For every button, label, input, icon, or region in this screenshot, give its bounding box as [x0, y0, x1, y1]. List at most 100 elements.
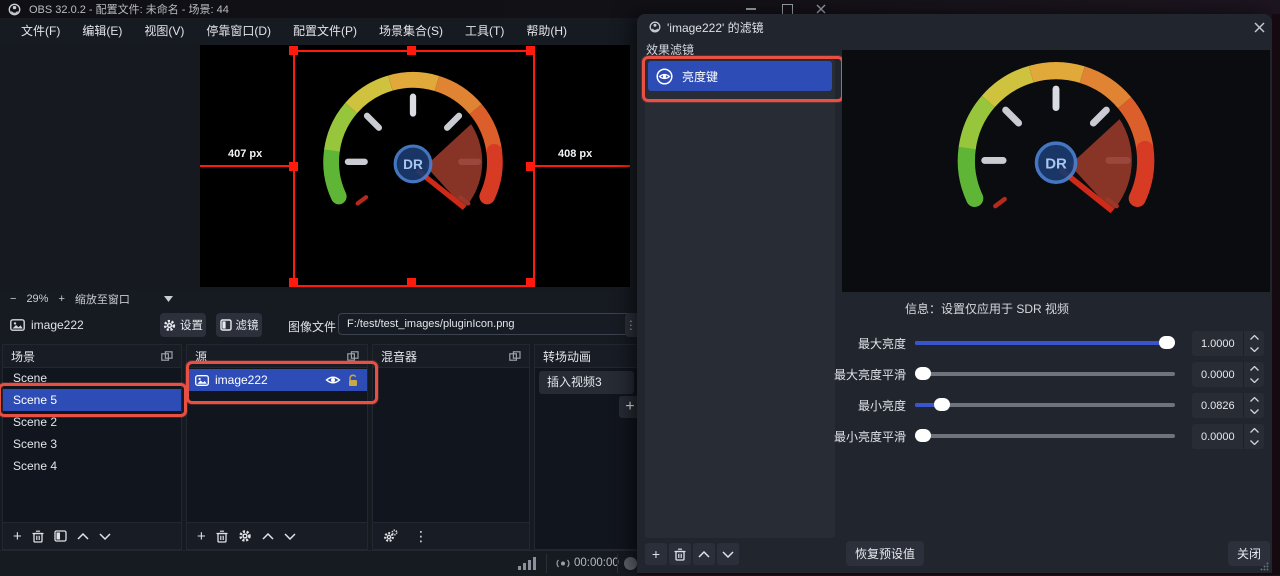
zoom-out-button[interactable]: −: [10, 293, 16, 305]
selection-handle-bl[interactable]: [289, 278, 298, 287]
sdr-info-text: 信息：设置仅应用于 SDR 视频: [905, 302, 1070, 316]
selection-handle-tc[interactable]: [407, 46, 416, 55]
luma-min-slider[interactable]: [915, 397, 1175, 413]
menu-scene-collection[interactable]: 场景集合(S): [368, 18, 454, 45]
scene-item[interactable]: Scene 4: [3, 455, 181, 477]
source-filters-button[interactable]: 滤镜: [216, 313, 262, 337]
selection-handle-bc[interactable]: [407, 278, 416, 287]
move-scene-up-button[interactable]: [77, 532, 89, 540]
luma-max-spinbox[interactable]: 1.0000: [1192, 331, 1264, 356]
spin-up-button[interactable]: [1244, 424, 1264, 437]
annotation-filter-highlight: [642, 56, 844, 102]
image-file-path-input[interactable]: [338, 313, 635, 335]
menu-edit[interactable]: 编辑(E): [71, 18, 133, 45]
source-settings-label: 设置: [180, 320, 203, 332]
spin-down-button[interactable]: [1244, 437, 1264, 450]
close-dialog-button[interactable]: [1254, 22, 1265, 33]
slider-handle[interactable]: [1159, 336, 1175, 349]
restore-defaults-button[interactable]: 恢复预设值: [846, 541, 925, 566]
remove-scene-button[interactable]: [32, 530, 44, 543]
selection-rectangle[interactable]: [293, 50, 535, 287]
move-scene-down-button[interactable]: [99, 532, 111, 540]
gauge-image: DR: [957, 62, 1155, 214]
scene-filters-button[interactable]: [54, 530, 67, 542]
remove-filter-button[interactable]: [669, 543, 691, 565]
move-filter-down-button[interactable]: [717, 543, 739, 565]
transition-select[interactable]: 插入视频3: [539, 371, 634, 394]
luma-min-smooth-slider[interactable]: [915, 428, 1175, 444]
popout-icon[interactable]: [509, 351, 521, 361]
spinbox-value[interactable]: 0.0000: [1192, 424, 1243, 449]
source-properties-button[interactable]: [238, 529, 252, 543]
filters-dialog-title: 'image222' 的滤镜: [667, 20, 764, 35]
spin-up-button[interactable]: [1244, 362, 1264, 375]
mixer-panel: 混音器 ⋮: [372, 344, 530, 550]
luma-max-smooth-slider[interactable]: [915, 366, 1175, 382]
chevron-up-icon: [698, 550, 710, 558]
menu-help[interactable]: 帮助(H): [515, 18, 578, 45]
move-filter-up-button[interactable]: [693, 543, 715, 565]
filter-list: 亮度键: [645, 58, 835, 538]
menu-file[interactable]: 文件(F): [10, 18, 71, 45]
move-source-down-button[interactable]: [284, 532, 296, 540]
add-transition-button[interactable]: +: [619, 396, 637, 418]
image-file-label: 图像文件: [288, 320, 337, 334]
selection-handle-tr[interactable]: [526, 46, 535, 55]
zoom-fit-label[interactable]: 缩放至窗口: [75, 291, 130, 307]
filter-preview: DR: [842, 50, 1270, 292]
preview-canvas[interactable]: DR 407 px 408 px: [200, 45, 630, 287]
add-source-button[interactable]: +: [197, 528, 206, 545]
move-source-up-button[interactable]: [262, 532, 274, 540]
chevron-down-icon: [722, 550, 734, 558]
luma-min-spinbox[interactable]: 0.0826: [1192, 393, 1264, 418]
remove-source-button[interactable]: [216, 530, 228, 543]
source-filters-label: 滤镜: [235, 320, 259, 332]
luma-min-smooth-spinbox[interactable]: 0.0000: [1192, 424, 1264, 449]
luma-max-smooth-spinbox[interactable]: 0.0000: [1192, 362, 1264, 387]
slider-handle[interactable]: [933, 398, 950, 411]
add-filter-button[interactable]: +: [645, 543, 667, 565]
source-toolbar: image222 设置 滤镜 图像文件 ⋮: [0, 308, 637, 342]
advanced-audio-icon[interactable]: [383, 529, 398, 543]
spin-up-button[interactable]: [1244, 393, 1264, 406]
browse-button-clipped[interactable]: ⋮: [625, 313, 637, 337]
scene-item[interactable]: Scene 3: [3, 433, 181, 455]
luma-max-slider[interactable]: [915, 335, 1175, 351]
menu-profile[interactable]: 配置文件(P): [282, 18, 368, 45]
status-bar: 00:00:00: [0, 550, 637, 576]
spin-down-button[interactable]: [1244, 375, 1264, 388]
slider-handle[interactable]: [915, 367, 931, 380]
rec-indicator-icon: [556, 559, 570, 568]
slider-label: 最大亮度平滑: [833, 368, 906, 382]
spin-down-button[interactable]: [1244, 344, 1264, 357]
signal-bars-icon: [518, 557, 536, 570]
spin-down-button[interactable]: [1244, 406, 1264, 419]
slider-handle[interactable]: [915, 429, 931, 442]
mixer-panel-title: 混音器: [381, 349, 418, 364]
popout-icon[interactable]: [161, 351, 173, 361]
menu-view[interactable]: 视图(V): [133, 18, 195, 45]
spinbox-value[interactable]: 0.0000: [1192, 362, 1243, 387]
zoom-dropdown-icon[interactable]: [163, 296, 173, 302]
selection-handle-tl[interactable]: [289, 46, 298, 55]
spin-up-button[interactable]: [1244, 331, 1264, 344]
menu-docks[interactable]: 停靠窗口(D): [195, 18, 282, 45]
filters-dialog: 'image222' 的滤镜 效果滤镜 亮度键 DR 信息：设置仅应用于 SDR…: [637, 14, 1272, 573]
resize-grip[interactable]: [1260, 562, 1269, 571]
dimension-line-right: [533, 165, 630, 167]
status-dot-icon: [624, 557, 637, 570]
spinbox-value[interactable]: 0.0826: [1192, 393, 1243, 418]
selection-handle-br[interactable]: [526, 278, 535, 287]
mixer-menu-kebab-icon[interactable]: ⋮: [414, 528, 428, 545]
spinbox-value[interactable]: 1.0000: [1192, 331, 1243, 356]
source-settings-button[interactable]: 设置: [160, 313, 206, 337]
add-scene-button[interactable]: +: [13, 528, 22, 545]
close-icon: [816, 4, 826, 14]
obs-logo-icon: [649, 21, 661, 33]
zoom-in-button[interactable]: +: [58, 293, 64, 305]
image-source-icon: [10, 319, 25, 331]
menu-tools[interactable]: 工具(T): [454, 18, 515, 45]
popout-icon[interactable]: [347, 351, 359, 361]
slider-label: 最大亮度: [857, 337, 906, 351]
maximize-icon: [781, 3, 793, 15]
